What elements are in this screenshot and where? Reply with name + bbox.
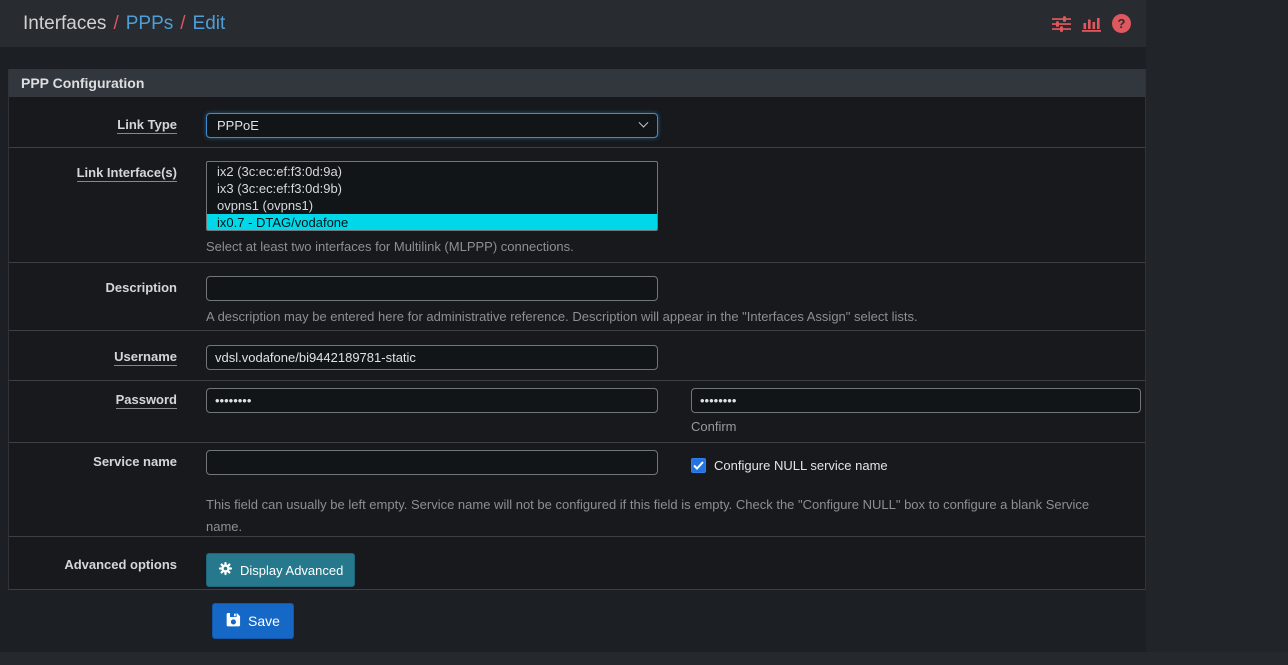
navbar-icons: ? <box>1052 14 1131 33</box>
ppp-configuration-panel: PPP Configuration Link Type PPPoE Link I… <box>8 69 1146 590</box>
service-name-help: This field can usually be left empty. Se… <box>206 494 1101 537</box>
advanced-options-row: Advanced options Display Advanced <box>9 537 1145 590</box>
username-row: Username <box>9 331 1145 381</box>
breadcrumb-separator: / <box>113 13 118 35</box>
svg-text:?: ? <box>1118 16 1126 31</box>
password-confirm-input[interactable] <box>691 388 1141 413</box>
link-interfaces-help: Select at least two interfaces for Multi… <box>206 239 1145 254</box>
confirm-label: Confirm <box>691 419 1141 434</box>
chevron-down-icon <box>639 118 649 128</box>
description-input[interactable] <box>206 276 658 301</box>
save-label: Save <box>248 613 280 629</box>
page-footer <box>0 652 1288 665</box>
service-name-row: Service name Configure NULL service name… <box>9 443 1145 537</box>
description-row: Description A description may be entered… <box>9 263 1145 331</box>
description-label: Description <box>9 276 177 330</box>
help-icon[interactable]: ? <box>1112 14 1131 33</box>
password-row: Password Confirm <box>9 381 1145 443</box>
breadcrumb-section: Interfaces <box>23 13 106 35</box>
link-type-row: Link Type PPPoE <box>9 97 1145 148</box>
password-label: Password <box>9 388 177 442</box>
listbox-option[interactable]: ovpns1 (ovpns1) <box>207 197 657 214</box>
page-container: PPP Configuration Link Type PPPoE Link I… <box>0 47 1146 665</box>
gear-icon <box>218 561 233 579</box>
breadcrumb-link-edit[interactable]: Edit <box>193 13 226 35</box>
breadcrumb-separator: / <box>180 13 185 35</box>
service-name-input[interactable] <box>206 450 658 475</box>
null-service-checkbox-label[interactable]: Configure NULL service name <box>714 458 888 473</box>
username-label: Username <box>9 345 177 380</box>
service-name-label: Service name <box>9 450 177 536</box>
link-type-select[interactable]: PPPoE <box>206 113 658 138</box>
display-advanced-button[interactable]: Display Advanced <box>206 553 355 587</box>
link-interfaces-row: Link Interface(s) ix2 (3c:ec:ef:f3:0d:9a… <box>9 148 1145 263</box>
listbox-option[interactable]: ix0.7 - DTAG/vodafone <box>207 214 657 231</box>
top-navbar: Interfaces / PPPs / Edit ? <box>0 0 1146 47</box>
breadcrumb: Interfaces / PPPs / Edit <box>23 13 225 35</box>
display-advanced-label: Display Advanced <box>240 563 343 578</box>
null-service-checkbox[interactable] <box>691 458 706 473</box>
listbox-option[interactable]: ix3 (3c:ec:ef:f3:0d:9b) <box>207 180 657 197</box>
listbox-option[interactable]: ix2 (3c:ec:ef:f3:0d:9a) <box>207 163 657 180</box>
save-icon <box>226 612 241 630</box>
panel-title: PPP Configuration <box>9 69 1145 97</box>
breadcrumb-link-ppps[interactable]: PPPs <box>126 13 174 35</box>
link-type-label: Link Type <box>9 113 177 147</box>
bar-chart-icon[interactable] <box>1082 16 1101 32</box>
description-help: A description may be entered here for ad… <box>206 309 1145 324</box>
advanced-options-label: Advanced options <box>9 553 177 589</box>
link-type-selected-value: PPPoE <box>217 118 259 133</box>
save-button[interactable]: Save <box>212 603 294 639</box>
password-input[interactable] <box>206 388 658 413</box>
sliders-icon[interactable] <box>1052 16 1071 32</box>
username-input[interactable] <box>206 345 658 370</box>
link-interfaces-label: Link Interface(s) <box>9 161 177 262</box>
link-interfaces-listbox[interactable]: ix2 (3c:ec:ef:f3:0d:9a)ix3 (3c:ec:ef:f3:… <box>206 161 658 231</box>
